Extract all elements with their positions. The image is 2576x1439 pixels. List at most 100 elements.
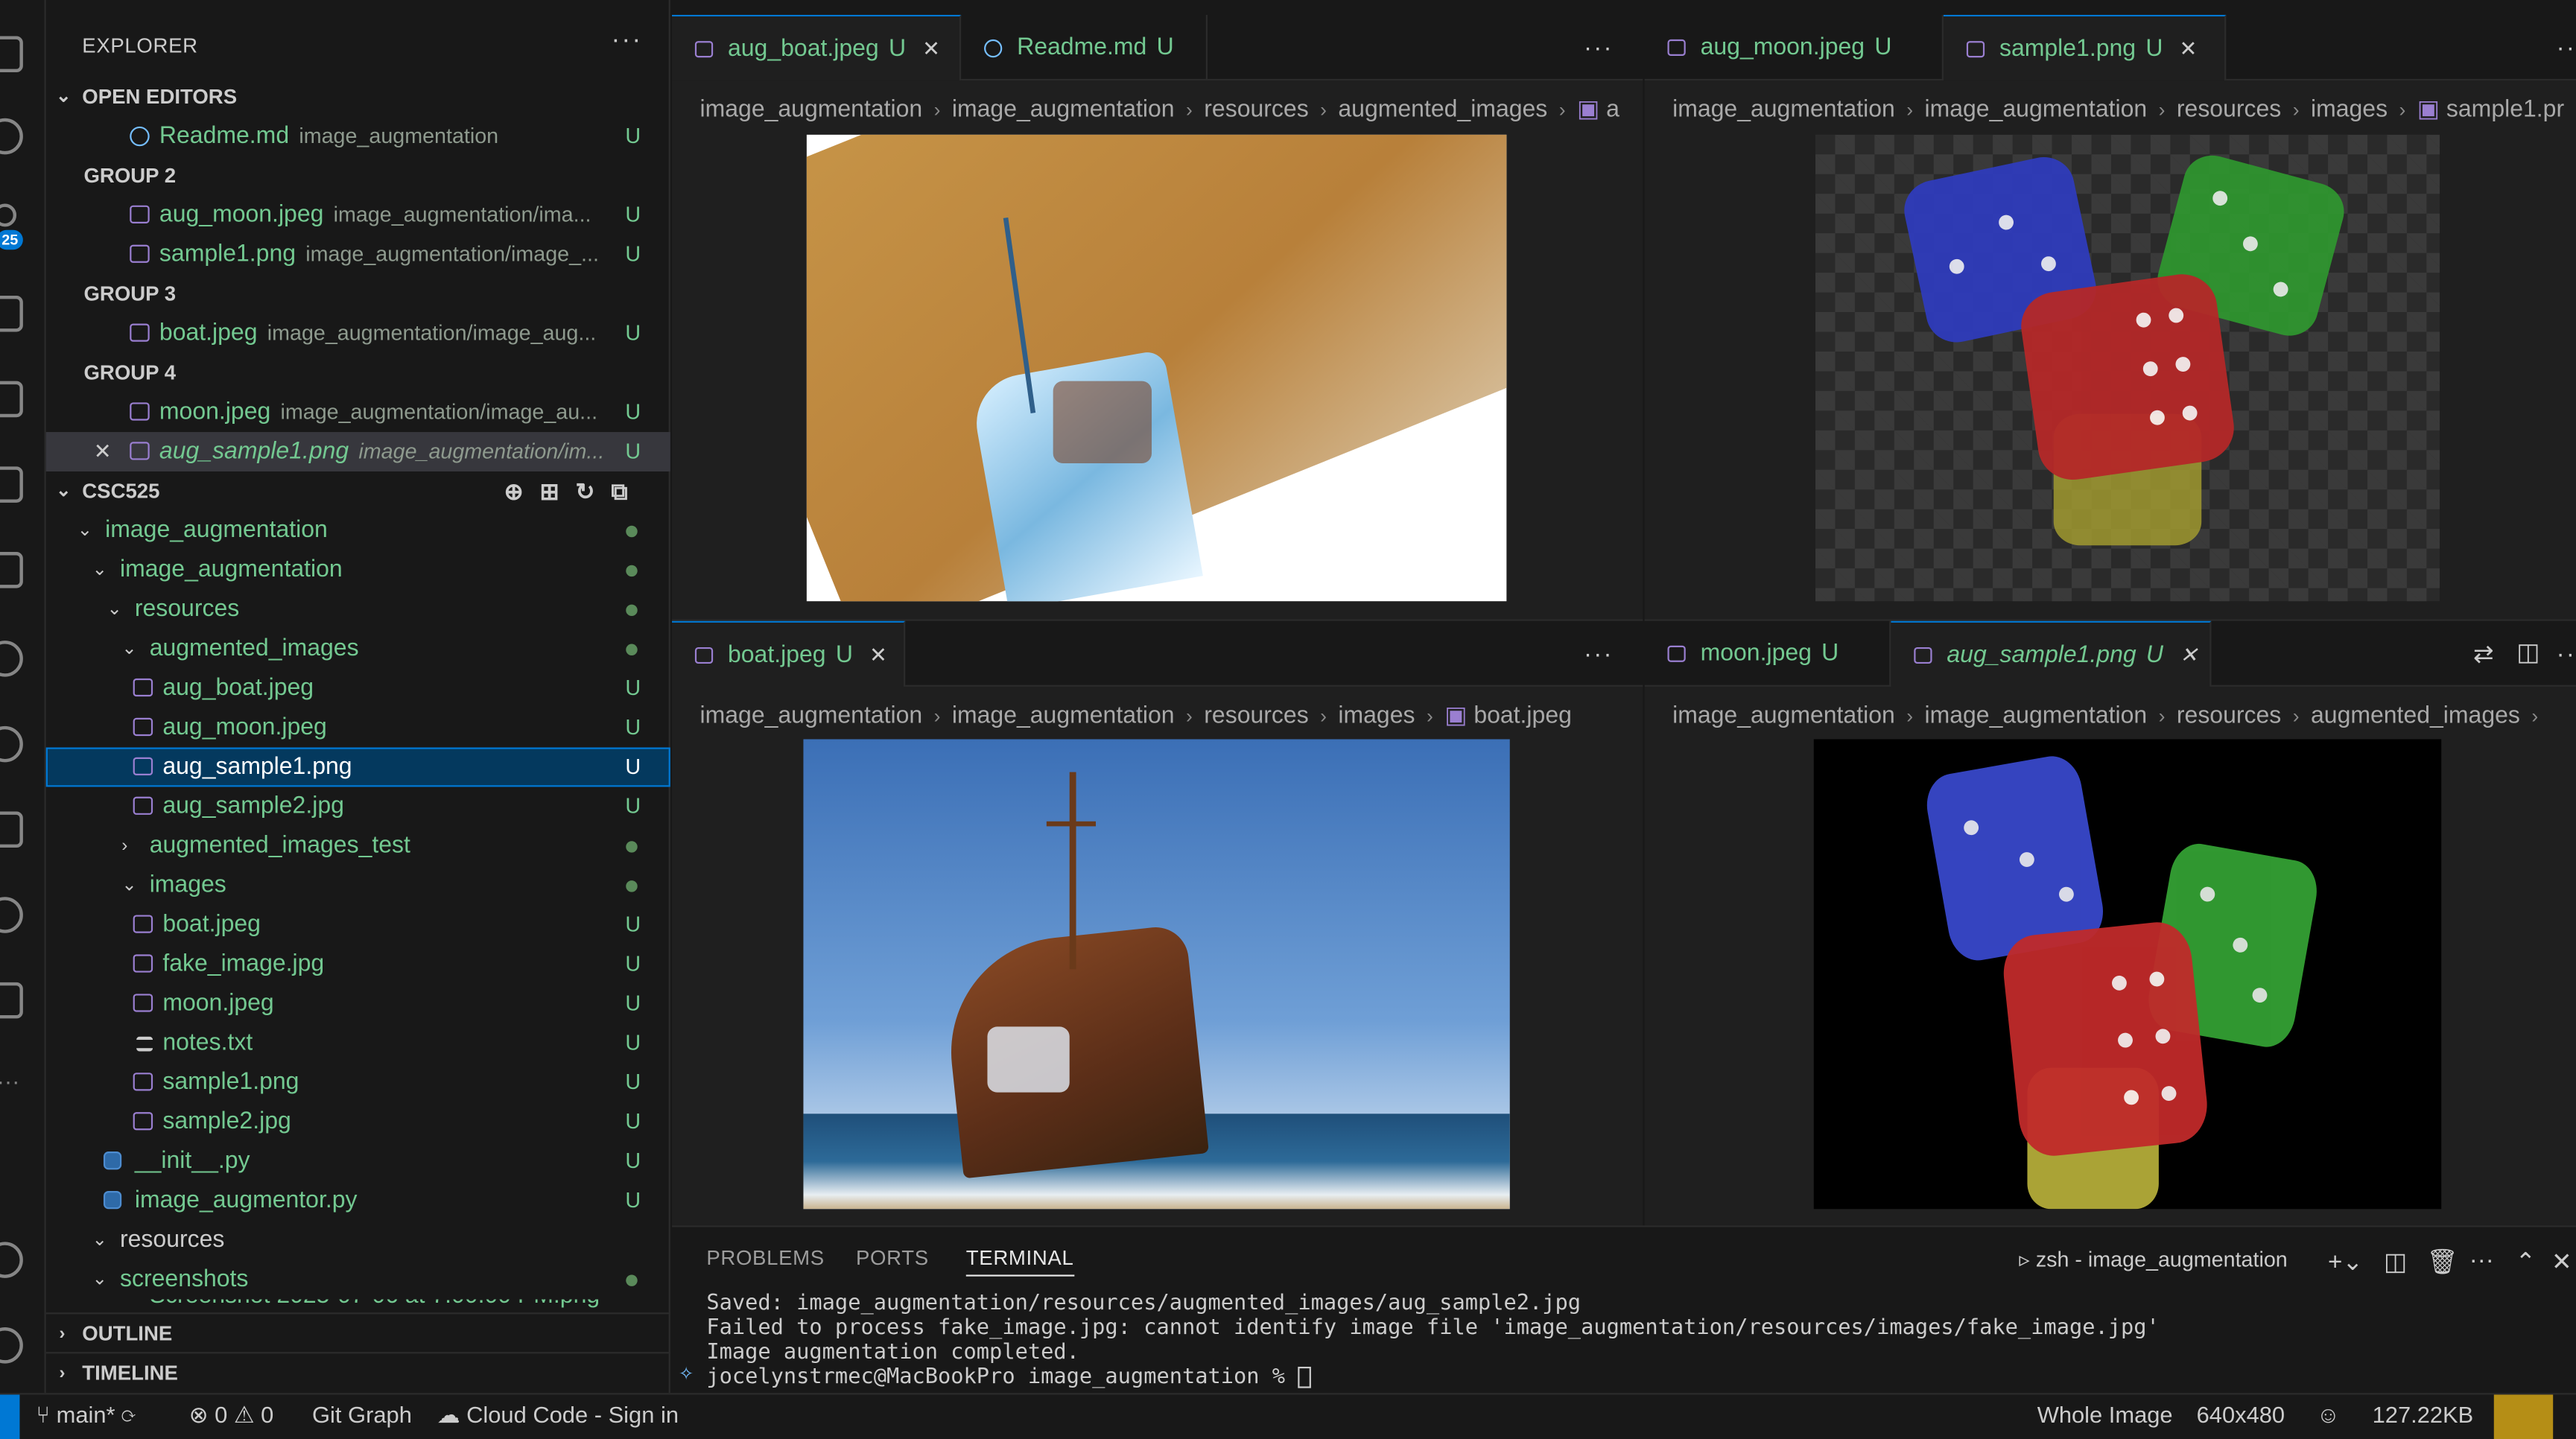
open-changes-icon[interactable]: ⇄ [2473, 639, 2494, 668]
zoom-status[interactable]: Whole Image [2037, 1401, 2173, 1427]
outline-header[interactable]: › OUTLINE [45, 1312, 670, 1352]
sidebar-more-icon[interactable]: ··· [611, 26, 642, 56]
open-editors-header[interactable]: ⌄ OPEN EDITORS [46, 77, 670, 117]
open-editor-item-active[interactable]: ✕ aug_sample1.png image_augmentation/im..… [45, 432, 670, 471]
close-icon[interactable]: ✕ [2180, 642, 2198, 667]
gear-extension-icon[interactable] [0, 982, 23, 1019]
source-control-badge: 25 [0, 229, 23, 250]
tree-file[interactable]: aug_boat.jpeg U [46, 669, 670, 708]
tab-moon[interactable]: moon.jpeg U [1645, 620, 1891, 687]
more-actions-icon[interactable]: ··· [2469, 1247, 2494, 1274]
timeline-header[interactable]: › TIMELINE [45, 1352, 670, 1391]
tree-folder[interactable]: ⌄ image_augmentation [46, 511, 670, 550]
search-icon[interactable] [0, 118, 23, 155]
image-file-icon [133, 915, 153, 933]
tree-file[interactable]: __init__.py U [46, 1142, 670, 1181]
tab-aug-boat[interactable]: aug_boat.jpeg U ✕ [672, 14, 962, 81]
breadcrumb: image_augmentation › image_augmentation › re… [1672, 97, 2565, 124]
tab-boat[interactable]: boat.jpeg U ✕ [672, 620, 906, 687]
notifications-icon[interactable] [2493, 1394, 2554, 1439]
tree-file[interactable]: notes.txt U [46, 1023, 670, 1063]
split-editor-icon[interactable]: ◫ [2516, 638, 2539, 667]
chevron-right-icon: › [121, 836, 128, 857]
extensions-icon[interactable] [0, 466, 23, 503]
git-graph-status[interactable]: Git Graph [312, 1401, 412, 1427]
python-file-icon [103, 1190, 122, 1210]
problems-status[interactable]: ⊗ 0 ⚠ 0 [189, 1401, 274, 1429]
more-actions-icon[interactable]: ··· [2557, 34, 2576, 62]
tab-aug-sample1[interactable]: aug_sample1.png U ✕ [1891, 620, 2212, 687]
tab-sample1[interactable]: sample1.png U ✕ [1943, 14, 2227, 81]
tab-bar: aug_boat.jpeg U ✕ Readme.md U ··· [672, 14, 1643, 81]
workspace-header[interactable]: ⌄ CSC525 ⊕⊞↻⧉ [46, 471, 670, 511]
image-file-icon [133, 796, 153, 815]
more-actions-icon[interactable]: ··· [1584, 34, 1614, 62]
more-icon[interactable]: ··· [0, 1068, 19, 1094]
close-icon[interactable]: ✕ [2179, 36, 2197, 61]
tab-ports[interactable]: PORTS [856, 1247, 929, 1270]
terminal-line: Image augmentation completed. [706, 1340, 1079, 1365]
new-terminal-icon[interactable]: +⌄ [2328, 1247, 2363, 1276]
tab-readme[interactable]: Readme.md U [961, 14, 1208, 81]
chevron-right-icon: › [59, 1324, 66, 1344]
testing-icon[interactable] [0, 552, 23, 588]
tree-file[interactable]: image_augmentor.py U [46, 1181, 670, 1221]
tree-folder[interactable]: ⌄ screenshots [46, 1260, 670, 1300]
tree-folder[interactable]: ⌄ augmented_images [46, 629, 670, 669]
close-icon[interactable]: ✕ [869, 642, 887, 667]
image-file-icon [694, 41, 714, 58]
breadcrumb: image_augmentation › image_augmentation › re… [699, 702, 1572, 730]
tree-folder[interactable]: › augmented_images_test [46, 826, 670, 865]
git-graph-icon[interactable] [0, 811, 23, 848]
terminal-prompt[interactable]: jocelynstrmec@MacBookPro image_augmentat… [706, 1365, 1311, 1390]
image-file-icon [130, 205, 150, 223]
explorer-icon[interactable] [0, 36, 23, 73]
open-editor-item[interactable]: moon.jpeg image_augmentation/image_au... … [46, 393, 670, 432]
sidebar-title: EXPLORER [82, 34, 198, 58]
account-icon[interactable] [0, 1242, 23, 1278]
tree-file[interactable]: boat.jpeg U [46, 905, 670, 944]
tree-folder[interactable]: ⌄ image_augmentation [46, 550, 670, 590]
chevron-down-icon: ⌄ [121, 638, 137, 659]
settings-gear-icon[interactable] [0, 1327, 23, 1364]
tree-file[interactable]: fake_image.jpg U [46, 944, 670, 984]
close-panel-icon[interactable]: ✕ [2551, 1247, 2572, 1276]
docker-icon[interactable] [0, 725, 23, 763]
remote-explorer-icon[interactable] [0, 381, 23, 418]
more-actions-icon[interactable]: ··· [2557, 641, 2576, 668]
tree-folder[interactable]: ⌄ resources [46, 1221, 670, 1260]
more-actions-icon[interactable]: ··· [1584, 641, 1614, 668]
open-editor-item[interactable]: boat.jpeg image_augmentation/image_aug...… [46, 314, 670, 353]
tree-file[interactable]: sample2.jpg U [46, 1102, 670, 1142]
close-icon[interactable]: ✕ [94, 432, 112, 471]
tab-terminal[interactable]: TERMINAL [965, 1247, 1074, 1277]
tab-problems[interactable]: PROBLEMS [706, 1247, 825, 1270]
tree-file[interactable]: sample1.png U [46, 1063, 670, 1102]
tree-file[interactable]: moon.jpeg U [46, 984, 670, 1023]
tree-folder[interactable]: ⌄ images [46, 865, 670, 905]
run-debug-icon[interactable] [0, 295, 23, 332]
close-icon[interactable]: ✕ [922, 36, 940, 61]
remote-indicator[interactable] [0, 1394, 20, 1439]
tree-file[interactable]: aug_sample2.jpg U [46, 787, 670, 826]
tab-aug-moon[interactable]: aug_moon.jpeg U [1645, 14, 1944, 81]
source-control-icon[interactable] [0, 203, 17, 227]
open-editor-item[interactable]: Readme.md image_augmentation U [46, 117, 670, 156]
terminal-selector[interactable]: ▹ zsh - image_augmentation [2019, 1247, 2287, 1273]
tree-file-selected[interactable]: aug_sample1.png U [45, 747, 670, 787]
branch-status[interactable]: ⑂ main* ⟳ [37, 1401, 136, 1427]
tree-folder[interactable]: ⌄ resources [46, 590, 670, 629]
maximize-panel-icon[interactable]: ⌃ [2515, 1247, 2536, 1276]
trash-icon[interactable]: 🗑 [2426, 1247, 2458, 1276]
copilot-icon[interactable] [0, 641, 23, 677]
split-terminal-icon[interactable]: ◫ [2384, 1247, 2407, 1276]
open-editor-item[interactable]: aug_moon.jpeg image_augmentation/ima... U [46, 195, 670, 235]
cloud-code-status[interactable]: ☁ Cloud Code - Sign in [437, 1401, 679, 1429]
copilot-status-icon[interactable]: ☺ [2317, 1401, 2341, 1427]
open-editors-group-label: GROUP 2 [83, 164, 177, 188]
tree-file[interactable]: aug_moon.jpeg U [46, 708, 670, 748]
explorer-actions[interactable]: ⊕⊞↻⧉ [504, 471, 644, 511]
live-share-icon[interactable] [0, 897, 23, 933]
open-editor-item[interactable]: sample1.png image_augmentation/image_... … [46, 235, 670, 274]
tab-bar: boat.jpeg U ✕ ··· [672, 620, 1643, 687]
